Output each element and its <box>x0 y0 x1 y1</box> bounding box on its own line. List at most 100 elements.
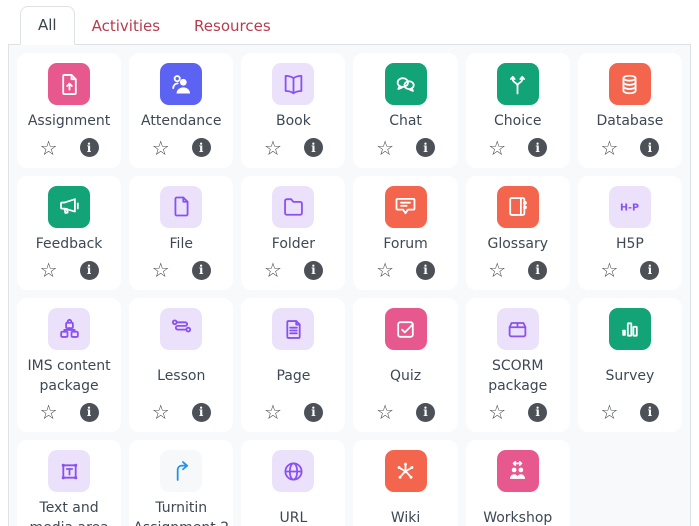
activity-card-attendance[interactable]: Attendance ☆ i <box>129 53 233 168</box>
activity-label: File <box>170 235 193 255</box>
feedback-icon <box>48 186 90 228</box>
activity-label: Quiz <box>390 357 421 396</box>
card-actions: ☆ i <box>40 400 99 424</box>
activity-label: IMS content package <box>21 357 117 396</box>
tab-activities[interactable]: Activities <box>75 8 177 45</box>
info-icon[interactable]: i <box>192 261 211 280</box>
info-icon[interactable]: i <box>80 261 99 280</box>
star-icon[interactable]: ☆ <box>600 260 618 280</box>
card-actions: ☆ i <box>488 400 547 424</box>
card-actions: ☆ i <box>264 258 323 282</box>
activity-label: Assignment <box>28 112 110 132</box>
card-actions: ☆ i <box>488 258 547 282</box>
activity-label: Feedback <box>36 235 103 255</box>
info-icon[interactable]: i <box>192 403 211 422</box>
info-icon[interactable]: i <box>528 138 547 157</box>
activity-card-file[interactable]: File ☆ i <box>129 176 233 291</box>
activity-card-feedback[interactable]: Feedback ☆ i <box>17 176 121 291</box>
activity-card-text-and-media-area[interactable]: Text and media area ☆ i <box>17 440 121 526</box>
star-icon[interactable]: ☆ <box>600 138 618 158</box>
info-icon[interactable]: i <box>416 403 435 422</box>
star-icon[interactable]: ☆ <box>40 260 58 280</box>
info-icon[interactable]: i <box>528 403 547 422</box>
info-icon[interactable]: i <box>416 261 435 280</box>
star-icon[interactable]: ☆ <box>376 138 394 158</box>
card-actions: ☆ i <box>600 258 659 282</box>
star-icon[interactable]: ☆ <box>488 402 506 422</box>
chat-icon <box>385 63 427 105</box>
card-actions: ☆ i <box>488 136 547 160</box>
tab-resources[interactable]: Resources <box>177 8 288 45</box>
activity-chooser-panel: Assignment ☆ i Attendance ☆ i Book ☆ i C… <box>8 44 691 526</box>
star-icon[interactable]: ☆ <box>488 260 506 280</box>
activity-card-forum[interactable]: Forum ☆ i <box>353 176 457 291</box>
activity-card-url[interactable]: URL ☆ i <box>241 440 345 526</box>
activity-card-glossary[interactable]: Glossary ☆ i <box>466 176 570 291</box>
info-icon[interactable]: i <box>192 138 211 157</box>
activity-card-wiki[interactable]: Wiki ☆ i <box>353 440 457 526</box>
h5p-icon: H-P <box>609 186 651 228</box>
attendance-icon <box>160 63 202 105</box>
info-icon[interactable]: i <box>640 261 659 280</box>
activity-label: H5P <box>616 235 644 255</box>
file-icon <box>160 186 202 228</box>
activity-card-survey[interactable]: Survey ☆ i <box>578 298 682 432</box>
glossary-icon <box>497 186 539 228</box>
star-icon[interactable]: ☆ <box>488 138 506 158</box>
lesson-icon <box>160 308 202 350</box>
activity-card-turnitin-assignment-2[interactable]: Turnitin Assignment 2 ☆ i <box>129 440 233 526</box>
turnitin-icon <box>160 450 202 492</box>
activity-card-workshop[interactable]: Workshop ☆ i <box>466 440 570 526</box>
forum-icon <box>385 186 427 228</box>
star-icon[interactable]: ☆ <box>40 138 58 158</box>
star-icon[interactable]: ☆ <box>40 402 58 422</box>
info-icon[interactable]: i <box>416 138 435 157</box>
activity-card-folder[interactable]: Folder ☆ i <box>241 176 345 291</box>
activity-card-h5p[interactable]: H-P H5P ☆ i <box>578 176 682 291</box>
info-icon[interactable]: i <box>304 138 323 157</box>
activity-label: Wiki <box>391 499 420 526</box>
page-icon <box>272 308 314 350</box>
info-icon[interactable]: i <box>80 403 99 422</box>
activity-card-choice[interactable]: Choice ☆ i <box>466 53 570 168</box>
star-icon[interactable]: ☆ <box>152 402 170 422</box>
activity-card-book[interactable]: Book ☆ i <box>241 53 345 168</box>
activity-card-quiz[interactable]: Quiz ☆ i <box>353 298 457 432</box>
star-icon[interactable]: ☆ <box>152 260 170 280</box>
activity-card-scorm-package[interactable]: SCORM package ☆ i <box>466 298 570 432</box>
info-icon[interactable]: i <box>528 261 547 280</box>
activity-label: URL <box>280 499 308 526</box>
text-media-icon <box>48 450 90 492</box>
url-icon <box>272 450 314 492</box>
card-actions: ☆ i <box>264 136 323 160</box>
survey-icon <box>609 308 651 350</box>
star-icon[interactable]: ☆ <box>376 402 394 422</box>
card-actions: ☆ i <box>40 258 99 282</box>
card-actions: ☆ i <box>600 136 659 160</box>
info-icon[interactable]: i <box>80 138 99 157</box>
info-icon[interactable]: i <box>640 138 659 157</box>
info-icon[interactable]: i <box>640 403 659 422</box>
card-actions: ☆ i <box>376 258 435 282</box>
activity-card-database[interactable]: Database ☆ i <box>578 53 682 168</box>
star-icon[interactable]: ☆ <box>264 260 282 280</box>
activity-label: Database <box>597 112 664 132</box>
star-icon[interactable]: ☆ <box>264 402 282 422</box>
card-actions: ☆ i <box>152 136 211 160</box>
activity-card-ims-content-package[interactable]: IMS content package ☆ i <box>17 298 121 432</box>
star-icon[interactable]: ☆ <box>264 138 282 158</box>
activity-card-chat[interactable]: Chat ☆ i <box>353 53 457 168</box>
star-icon[interactable]: ☆ <box>376 260 394 280</box>
star-icon[interactable]: ☆ <box>152 138 170 158</box>
wiki-icon <box>385 450 427 492</box>
activity-label: Book <box>276 112 311 132</box>
activity-label: Attendance <box>141 112 221 132</box>
tab-all[interactable]: All <box>20 6 75 45</box>
activity-card-page[interactable]: Page ☆ i <box>241 298 345 432</box>
info-icon[interactable]: i <box>304 403 323 422</box>
activity-card-assignment[interactable]: Assignment ☆ i <box>17 53 121 168</box>
card-actions: ☆ i <box>40 136 99 160</box>
star-icon[interactable]: ☆ <box>600 402 618 422</box>
activity-card-lesson[interactable]: Lesson ☆ i <box>129 298 233 432</box>
info-icon[interactable]: i <box>304 261 323 280</box>
